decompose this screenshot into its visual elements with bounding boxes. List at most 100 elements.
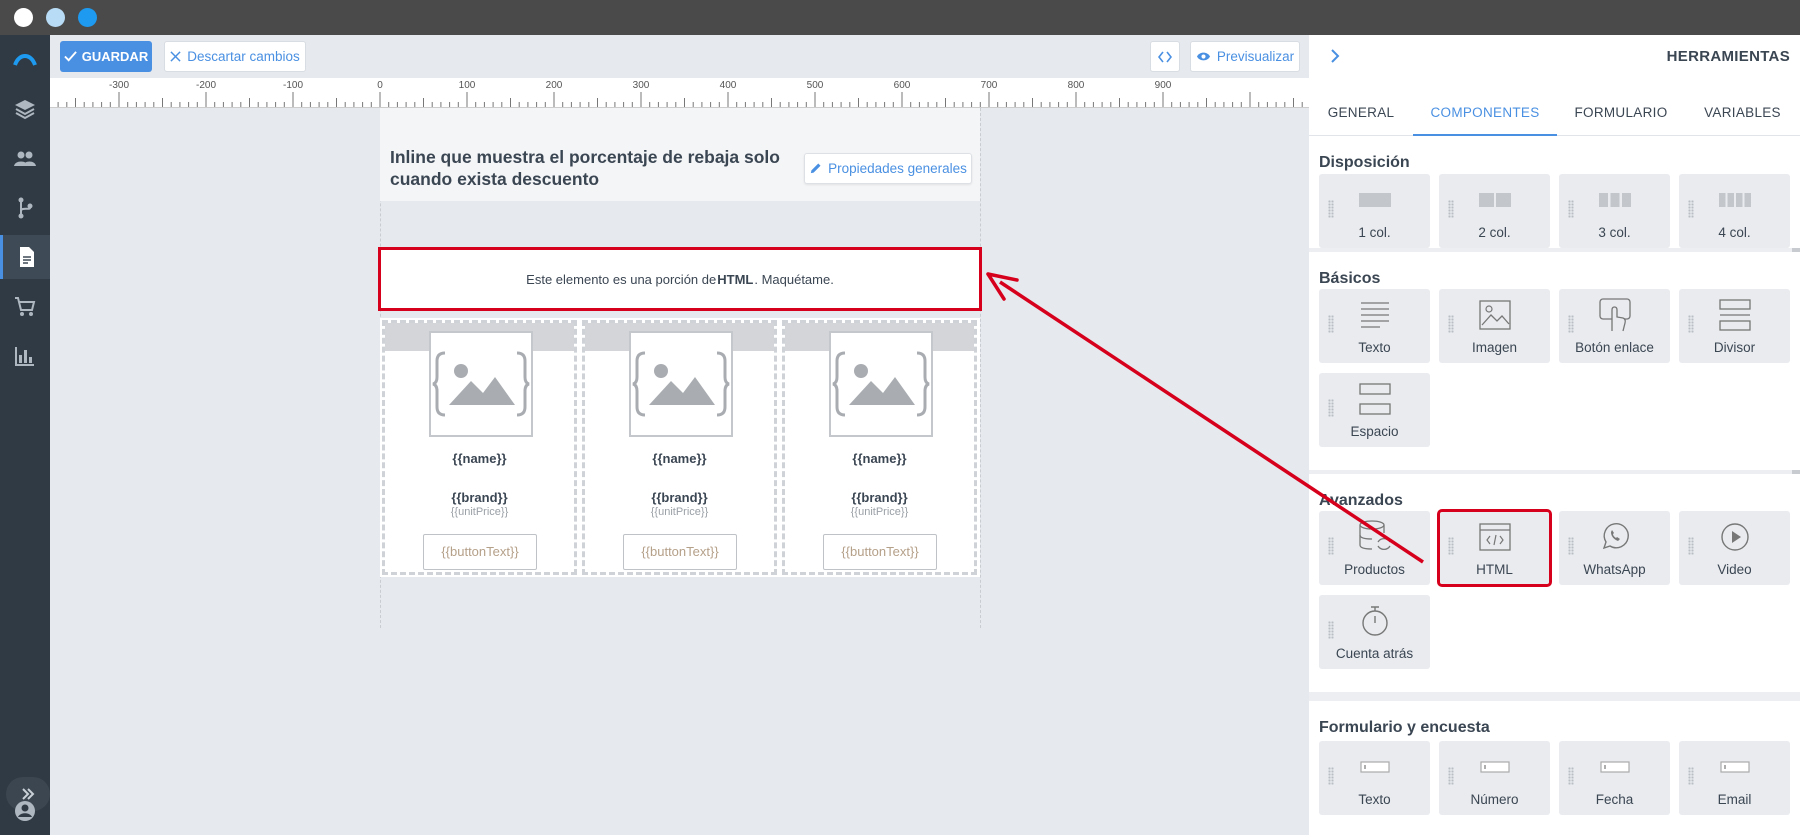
chevron-right-icon: [1331, 49, 1340, 63]
component-countdown[interactable]: Cuenta atrás: [1319, 595, 1430, 669]
collapse-panel-button[interactable]: [1329, 47, 1341, 70]
component-text[interactable]: Texto: [1319, 289, 1430, 363]
eye-icon: [1196, 52, 1210, 61]
code-view-button[interactable]: [1150, 41, 1180, 72]
drag-handle-icon[interactable]: [1448, 200, 1454, 218]
section-layout: Disposición 1 col. 2 col. 3 col. 4 col.: [1309, 136, 1800, 248]
product-name: {{name}}: [452, 451, 507, 466]
tab-variables[interactable]: VARIABLES: [1685, 90, 1800, 136]
section-basics: Básicos Texto Imagen Botón enlace Diviso…: [1309, 252, 1800, 470]
drag-handle-icon[interactable]: [1448, 537, 1454, 555]
product-button[interactable]: {{buttonText}}: [823, 534, 937, 570]
tap-button-icon: [1594, 297, 1636, 333]
nav-store[interactable]: [0, 285, 50, 329]
spacer-icon: [1354, 381, 1396, 417]
discard-button-label: Descartar cambios: [187, 49, 300, 64]
image-placeholder-icon: [832, 351, 930, 417]
product-item[interactable]: Item 1 {{name}} {{brand}} {{unitPrice}} …: [382, 320, 577, 575]
tab-components[interactable]: COMPONENTES: [1413, 90, 1557, 136]
component-link-button[interactable]: Botón enlace: [1559, 289, 1670, 363]
window-close-button[interactable]: [14, 8, 33, 27]
component-4-col[interactable]: 4 col.: [1679, 174, 1790, 248]
drag-handle-icon[interactable]: [1328, 315, 1334, 333]
drag-handle-icon[interactable]: [1688, 315, 1694, 333]
window-minimize-button[interactable]: [46, 8, 65, 27]
product-brand: {{brand}}: [451, 490, 508, 505]
drag-handle-icon[interactable]: [1568, 200, 1574, 218]
drag-handle-icon[interactable]: [1328, 200, 1334, 218]
component-form-number[interactable]: Número: [1439, 741, 1550, 815]
drag-handle-icon[interactable]: [1448, 767, 1454, 785]
drag-handle-icon[interactable]: [1688, 200, 1694, 218]
product-price: {{unitPrice}}: [450, 506, 509, 518]
section-title: Básicos: [1319, 270, 1381, 287]
pencil-icon: [810, 163, 821, 174]
drag-handle-icon[interactable]: [1328, 767, 1334, 785]
nav-layers[interactable]: [0, 87, 50, 131]
drag-handle-icon[interactable]: [1448, 315, 1454, 333]
product-button[interactable]: {{buttonText}}: [423, 534, 537, 570]
window-maximize-button[interactable]: [78, 8, 97, 27]
drag-handle-icon[interactable]: [1328, 399, 1334, 417]
general-properties-button[interactable]: Propiedades generales: [804, 153, 972, 184]
input-field-icon: [1354, 749, 1396, 785]
component-label: 4 col.: [1718, 225, 1751, 240]
app-logo[interactable]: [0, 37, 50, 81]
tab-general[interactable]: GENERAL: [1309, 90, 1413, 136]
component-3-col[interactable]: 3 col.: [1559, 174, 1670, 248]
component-form-text[interactable]: Texto: [1319, 741, 1430, 815]
nav-account[interactable]: [0, 789, 50, 833]
nav-templates[interactable]: [0, 235, 50, 279]
component-spacer[interactable]: Espacio: [1319, 373, 1430, 447]
close-icon: [170, 51, 181, 62]
component-label: 2 col.: [1478, 225, 1511, 240]
bar-chart-icon: [15, 347, 34, 366]
drag-handle-icon[interactable]: [1328, 537, 1334, 555]
section-title: Avanzados: [1319, 492, 1403, 509]
component-label: Video: [1717, 562, 1752, 577]
html-code-icon: [1474, 519, 1516, 555]
component-1-col[interactable]: 1 col.: [1319, 174, 1430, 248]
component-label: Espacio: [1350, 424, 1399, 439]
layers-icon: [15, 100, 35, 120]
component-image[interactable]: Imagen: [1439, 289, 1550, 363]
input-field-icon: [1594, 749, 1636, 785]
product-item[interactable]: Item 3 {{name}} {{brand}} {{unitPrice}} …: [782, 320, 977, 575]
save-button[interactable]: GUARDAR: [60, 41, 152, 72]
preview-button[interactable]: Previsualizar: [1190, 41, 1300, 72]
email-header-row[interactable]: Inline que muestra el porcentaje de reba…: [380, 108, 980, 201]
people-icon: [14, 151, 36, 166]
input-field-icon: [1474, 749, 1516, 785]
component-products[interactable]: Productos: [1319, 511, 1430, 585]
tab-form[interactable]: FORMULARIO: [1557, 90, 1685, 136]
drag-handle-icon[interactable]: [1688, 767, 1694, 785]
component-form-email[interactable]: Email: [1679, 741, 1790, 815]
drag-handle-icon[interactable]: [1328, 621, 1334, 639]
save-button-label: GUARDAR: [81, 49, 149, 64]
product-image-placeholder: [429, 331, 533, 437]
nav-reports[interactable]: [0, 334, 50, 378]
drag-handle-icon[interactable]: [1568, 767, 1574, 785]
nav-automation[interactable]: [0, 186, 50, 230]
component-divider[interactable]: Divisor: [1679, 289, 1790, 363]
html-content-block[interactable]: Este elemento es una porción de HTML . M…: [378, 247, 982, 311]
component-video[interactable]: Video: [1679, 511, 1790, 585]
product-item[interactable]: Item 2 {{name}} {{brand}} {{unitPrice}} …: [582, 320, 777, 575]
component-whatsapp[interactable]: WhatsApp: [1559, 511, 1670, 585]
database-sync-icon: [1354, 519, 1396, 555]
component-form-date[interactable]: Fecha: [1559, 741, 1670, 815]
drag-handle-icon[interactable]: [1688, 537, 1694, 555]
nav-contacts[interactable]: [0, 137, 50, 181]
component-html[interactable]: HTML: [1437, 509, 1552, 587]
ruler-label: 300: [632, 80, 650, 91]
component-2-col[interactable]: 2 col.: [1439, 174, 1550, 248]
section-advanced: Avanzados Productos HTML WhatsApp Video: [1309, 474, 1800, 692]
products-block[interactable]: Item 1 {{name}} {{brand}} {{unitPrice}} …: [380, 318, 980, 577]
drag-handle-icon[interactable]: [1568, 537, 1574, 555]
ruler-label: 100: [458, 80, 476, 91]
general-properties-label: Propiedades generales: [828, 161, 967, 176]
discard-changes-button[interactable]: Descartar cambios: [164, 41, 306, 72]
product-button[interactable]: {{buttonText}}: [623, 534, 737, 570]
drag-handle-icon[interactable]: [1568, 315, 1574, 333]
html-block-prefix: Este elemento es una porción de: [526, 271, 717, 287]
